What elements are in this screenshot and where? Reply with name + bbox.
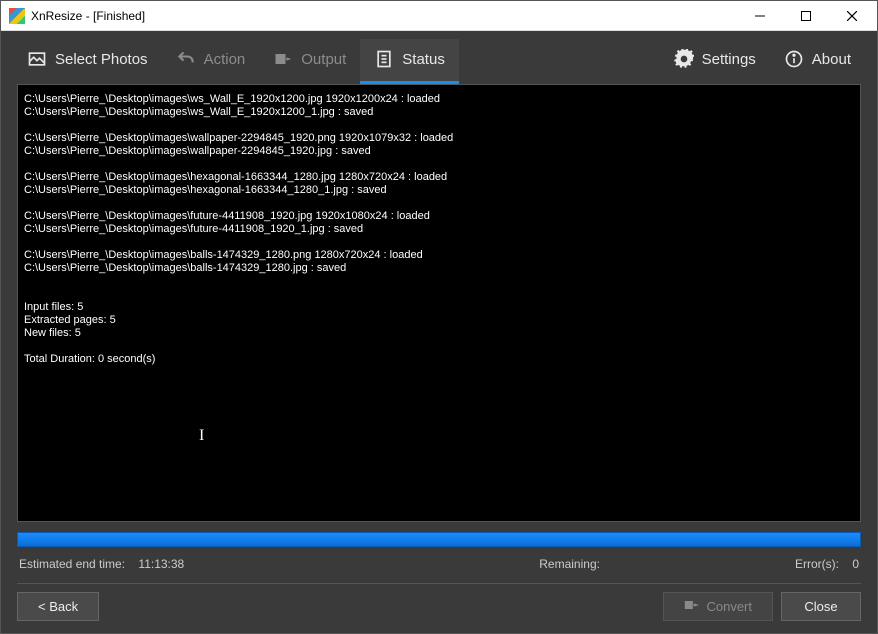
convert-label: Convert [706, 599, 752, 614]
info-icon [784, 49, 804, 69]
estimated-label: Estimated end time: [19, 557, 125, 571]
progress-bar [17, 532, 861, 547]
tab-label: About [812, 51, 851, 68]
close-button[interactable]: Close [781, 592, 861, 621]
select-photos-icon [27, 49, 47, 69]
tab-label: Select Photos [55, 51, 148, 68]
tab-label: Settings [702, 51, 756, 68]
footer-buttons: < Back Convert Close [1, 592, 877, 633]
errors-value: 0 [852, 557, 859, 571]
back-label: < Back [38, 599, 78, 614]
undo-icon [176, 49, 196, 69]
gear-icon [674, 49, 694, 69]
app-icon [9, 8, 25, 24]
tab-about[interactable]: About [770, 39, 865, 84]
close-window-button[interactable] [829, 1, 875, 30]
tab-label: Status [402, 51, 445, 68]
tab-status[interactable]: Status [360, 39, 459, 84]
text-cursor-icon: I [199, 427, 204, 445]
back-button[interactable]: < Back [17, 592, 99, 621]
estimated-value: 11:13:38 [138, 557, 184, 571]
titlebar: XnResize - [Finished] [1, 1, 877, 31]
tab-select-photos[interactable]: Select Photos [13, 39, 162, 84]
separator [17, 583, 861, 584]
log-panel: C:\Users\Pierre_\Desktop\images\ws_Wall_… [17, 84, 861, 522]
status-icon [374, 49, 394, 69]
tab-action[interactable]: Action [162, 39, 260, 84]
window-title: XnResize - [Finished] [31, 9, 737, 23]
output-icon [273, 49, 293, 69]
convert-button: Convert [663, 592, 773, 621]
tab-bar: Select Photos Action Output Status [1, 31, 877, 84]
errors-label: Error(s): [795, 557, 839, 571]
remaining-label: Remaining: [539, 557, 600, 571]
tab-label: Action [204, 51, 246, 68]
tab-settings[interactable]: Settings [660, 39, 770, 84]
tab-label: Output [301, 51, 346, 68]
convert-icon [684, 598, 700, 615]
log-text[interactable]: C:\Users\Pierre_\Desktop\images\ws_Wall_… [24, 93, 854, 366]
maximize-button[interactable] [783, 1, 829, 30]
minimize-button[interactable] [737, 1, 783, 30]
tab-output[interactable]: Output [259, 39, 360, 84]
status-bar: Estimated end time: 11:13:38 Remaining: … [1, 553, 877, 573]
close-label: Close [804, 599, 837, 614]
